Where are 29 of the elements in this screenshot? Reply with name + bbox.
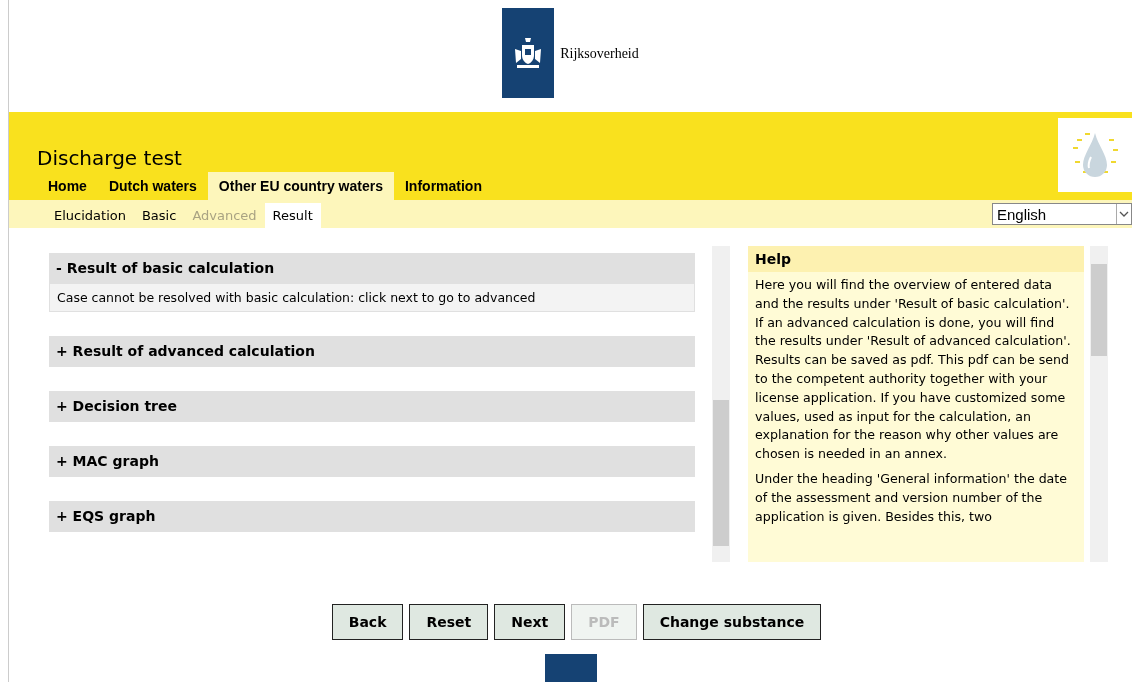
action-button[interactable]: Next bbox=[494, 604, 566, 640]
app-title: Discharge test bbox=[37, 146, 183, 170]
nav-tab[interactable]: Home bbox=[37, 172, 98, 200]
scrollbar[interactable] bbox=[1090, 246, 1108, 562]
help-text: Under the heading 'General information' the date of the assessment and version number of the application is given. Besides this, two bbox=[755, 469, 1069, 526]
section-header[interactable]: + MAC graph bbox=[49, 446, 695, 477]
footer-logo-block bbox=[544, 654, 597, 682]
help-title: Help bbox=[748, 246, 1084, 272]
dropdown-caret-icon bbox=[1116, 204, 1131, 224]
action-button[interactable]: Back bbox=[331, 604, 404, 640]
water-drop-icon bbox=[1058, 118, 1132, 192]
nav-tab[interactable]: Dutch waters bbox=[97, 172, 208, 200]
sub-tab[interactable]: Basic bbox=[133, 203, 185, 228]
nav-tab[interactable]: Information bbox=[394, 172, 493, 200]
sub-tab[interactable]: Result bbox=[264, 203, 321, 228]
section-header[interactable]: + Decision tree bbox=[49, 391, 695, 422]
section-header[interactable]: + Result of advanced calculation bbox=[49, 336, 695, 367]
sub-tab[interactable]: Elucidation bbox=[46, 203, 134, 228]
help-text: Here you will find the overview of entered data and the results under 'Result of basic calculation'. If an advanced calculation is done, you will find the results under 'Result of advanced calculation'. Results can be saved as pdf. This pdf can be send to the competent authority together with your license application. If you have customized some values, used as input for the calculation, an explanation for the reason why other values are chosen is needed in an annex. bbox=[755, 276, 1072, 464]
section-text: Case cannot be resolved with basic calculation: click next to go to advanced bbox=[49, 284, 695, 312]
nav-tab[interactable]: Other EU country waters bbox=[207, 172, 394, 200]
language-select[interactable]: English bbox=[992, 203, 1132, 225]
brand-name: Rijksoverheid bbox=[560, 46, 639, 62]
action-button[interactable]: Change substance bbox=[642, 604, 822, 640]
scrollbar[interactable] bbox=[712, 246, 730, 562]
logo-emblem-icon bbox=[502, 8, 555, 98]
section-header[interactable]: - Result of basic calculation bbox=[49, 253, 695, 284]
section-header[interactable]: + EQS graph bbox=[49, 501, 695, 532]
action-button[interactable]: Reset bbox=[409, 604, 489, 640]
